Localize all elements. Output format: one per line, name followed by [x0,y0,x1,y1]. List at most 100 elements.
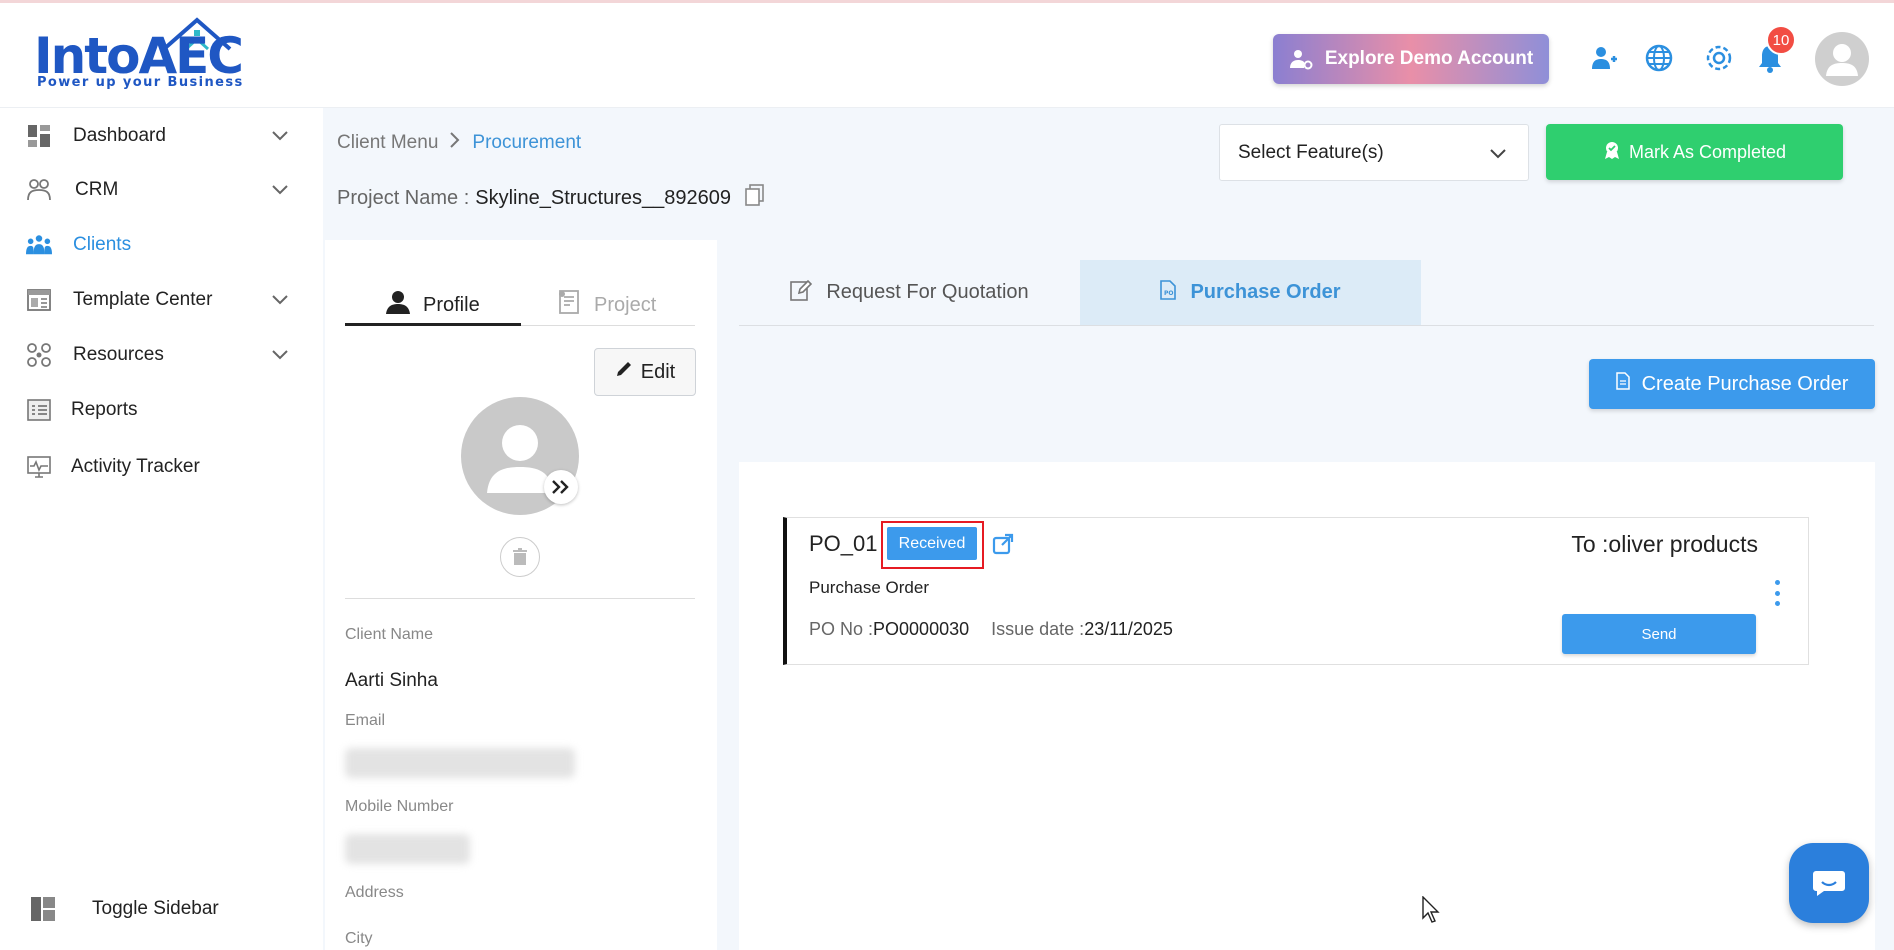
document-icon [1615,372,1630,396]
breadcrumb-procurement[interactable]: Procurement [472,132,581,154]
toggle-sidebar-label: Toggle Sidebar [92,898,219,919]
sidebar-item-dashboard[interactable]: Dashboard [0,113,323,159]
profile-divider [345,598,695,599]
sidebar-layout-icon [30,896,56,922]
issue-date-label: Issue date : [991,619,1085,639]
send-button[interactable]: Send [1562,614,1756,654]
mobile-number-label: Mobile Number [345,798,454,815]
sidebar-item-label: CRM [75,179,119,200]
issue-date-value: 23/11/2025 [1084,619,1173,639]
tab-po-label: Purchase Order [1190,281,1341,303]
chevron-right-icon [450,132,460,154]
edit-label: Edit [640,360,676,383]
mouse-cursor-icon [1422,896,1440,923]
resources-icon [26,342,52,368]
tabs-divider [739,325,1874,326]
svg-text:PO: PO [1164,290,1174,297]
po-number-label: PO No : [809,619,874,639]
sidebar-item-label: Clients [73,234,132,255]
activity-icon [26,454,52,480]
sidebar-item-label: Resources [73,344,164,365]
sidebar-item-label: Activity Tracker [71,456,200,477]
sidebar-item-label: Dashboard [73,125,166,146]
tab-project-label: Project [594,293,657,316]
logo-tagline: Power up your Business [37,75,244,90]
explore-demo-label: Explore Demo Account [1324,48,1534,69]
tab-project[interactable]: Project [556,280,656,330]
sidebar-item-template-center[interactable]: Template Center [0,277,323,323]
tab-request-for-quotation[interactable]: Request For Quotation [739,260,1080,325]
chat-bubble-icon [1813,871,1845,896]
chevron-down-icon [270,290,290,310]
chevron-down-icon [270,126,290,146]
client-name-value: Aarti Sinha [345,670,438,691]
po-doc-icon: PO [1160,279,1177,306]
chat-button[interactable] [1789,843,1869,923]
user-icon [385,289,411,321]
project-name-value: Skyline_Structures__892609 [475,186,731,209]
tab-rfq-label: Request For Quotation [826,281,1029,303]
sidebar-item-reports[interactable]: Reports [0,387,323,433]
sidebar-item-clients[interactable]: Clients [0,222,323,268]
po-recipient: To :oliver products [1571,531,1758,558]
badge-check-icon [1603,140,1621,165]
more-options-icon[interactable] [1770,580,1784,606]
delete-avatar-button[interactable] [500,537,540,577]
sidebar-item-crm[interactable]: CRM [0,167,323,213]
sidebar: Dashboard CRM Clients Template Center Re… [0,108,323,950]
sidebar-item-resources[interactable]: Resources [0,332,323,378]
globe-icon[interactable] [1643,42,1675,74]
dashboard-icon [26,123,52,149]
breadcrumb-client-menu[interactable]: Client Menu [337,132,438,154]
active-tab-indicator [345,323,521,326]
clients-icon [26,232,52,258]
profile-panel: Profile Project Edit Client Name Aarti S… [325,240,717,950]
external-link-icon[interactable] [992,533,1014,560]
sidebar-item-activity-tracker[interactable]: Activity Tracker [0,444,323,490]
brand-logo[interactable]: IntoAEC Power up your Business [34,17,244,97]
client-name-label: Client Name [345,626,434,643]
top-header: IntoAEC Power up your Business Explore D… [0,0,1894,108]
edit-doc-icon [790,279,813,307]
create-purchase-order-label: Create Purchase Order [1641,372,1849,395]
gear-icon[interactable] [1703,42,1735,74]
add-user-icon[interactable] [1588,42,1620,74]
toggle-sidebar-button[interactable]: Toggle Sidebar [0,886,323,932]
tab-profile-label: Profile [423,293,480,316]
feature-select[interactable]: Select Feature(s) [1219,124,1529,181]
explore-demo-button[interactable]: Explore Demo Account [1273,34,1549,84]
edit-button[interactable]: Edit [594,348,696,396]
sidebar-item-label: Reports [71,399,138,420]
user-avatar[interactable] [1815,32,1869,86]
project-name: Project Name : Skyline_Structures__89260… [337,184,765,212]
purchase-order-card[interactable]: PO_01 Received To :oliver products Purch… [783,517,1809,665]
address-label: Address [345,884,404,901]
crm-icon [26,177,52,203]
mark-as-completed-label: Mark As Completed [1628,141,1787,162]
mobile-value-redacted [345,834,470,864]
chevron-down-icon [1490,143,1506,165]
reports-icon [26,397,52,423]
notification-badge: 10 [1766,25,1796,55]
po-type: Purchase Order [809,578,929,597]
user-gear-icon [1289,50,1313,70]
email-value-redacted [345,748,575,778]
trash-icon [513,548,527,565]
double-chevron-right-icon[interactable] [544,470,578,504]
project-name-label: Project Name : [337,186,470,209]
status-badge[interactable]: Received [887,527,977,560]
breadcrumb: Client Menu Procurement [337,132,581,154]
procurement-tabs: Request For Quotation PO Purchase Order [739,260,1874,326]
mark-as-completed-button[interactable]: Mark As Completed [1546,124,1843,180]
create-purchase-order-button[interactable]: Create Purchase Order [1589,359,1875,409]
sidebar-item-label: Template Center [73,289,213,310]
po-number-value: PO0000030 [873,619,970,639]
city-label: City [345,930,373,947]
tab-purchase-order[interactable]: PO Purchase Order [1080,260,1421,325]
po-meta: PO No :PO0000030 Issue date :23/11/2025 [809,619,1173,640]
chevron-down-icon [270,345,290,365]
copy-icon[interactable] [745,184,765,212]
pencil-icon [615,360,633,384]
po-to-label: To : [1571,531,1609,557]
po-title: PO_01 [809,531,878,556]
